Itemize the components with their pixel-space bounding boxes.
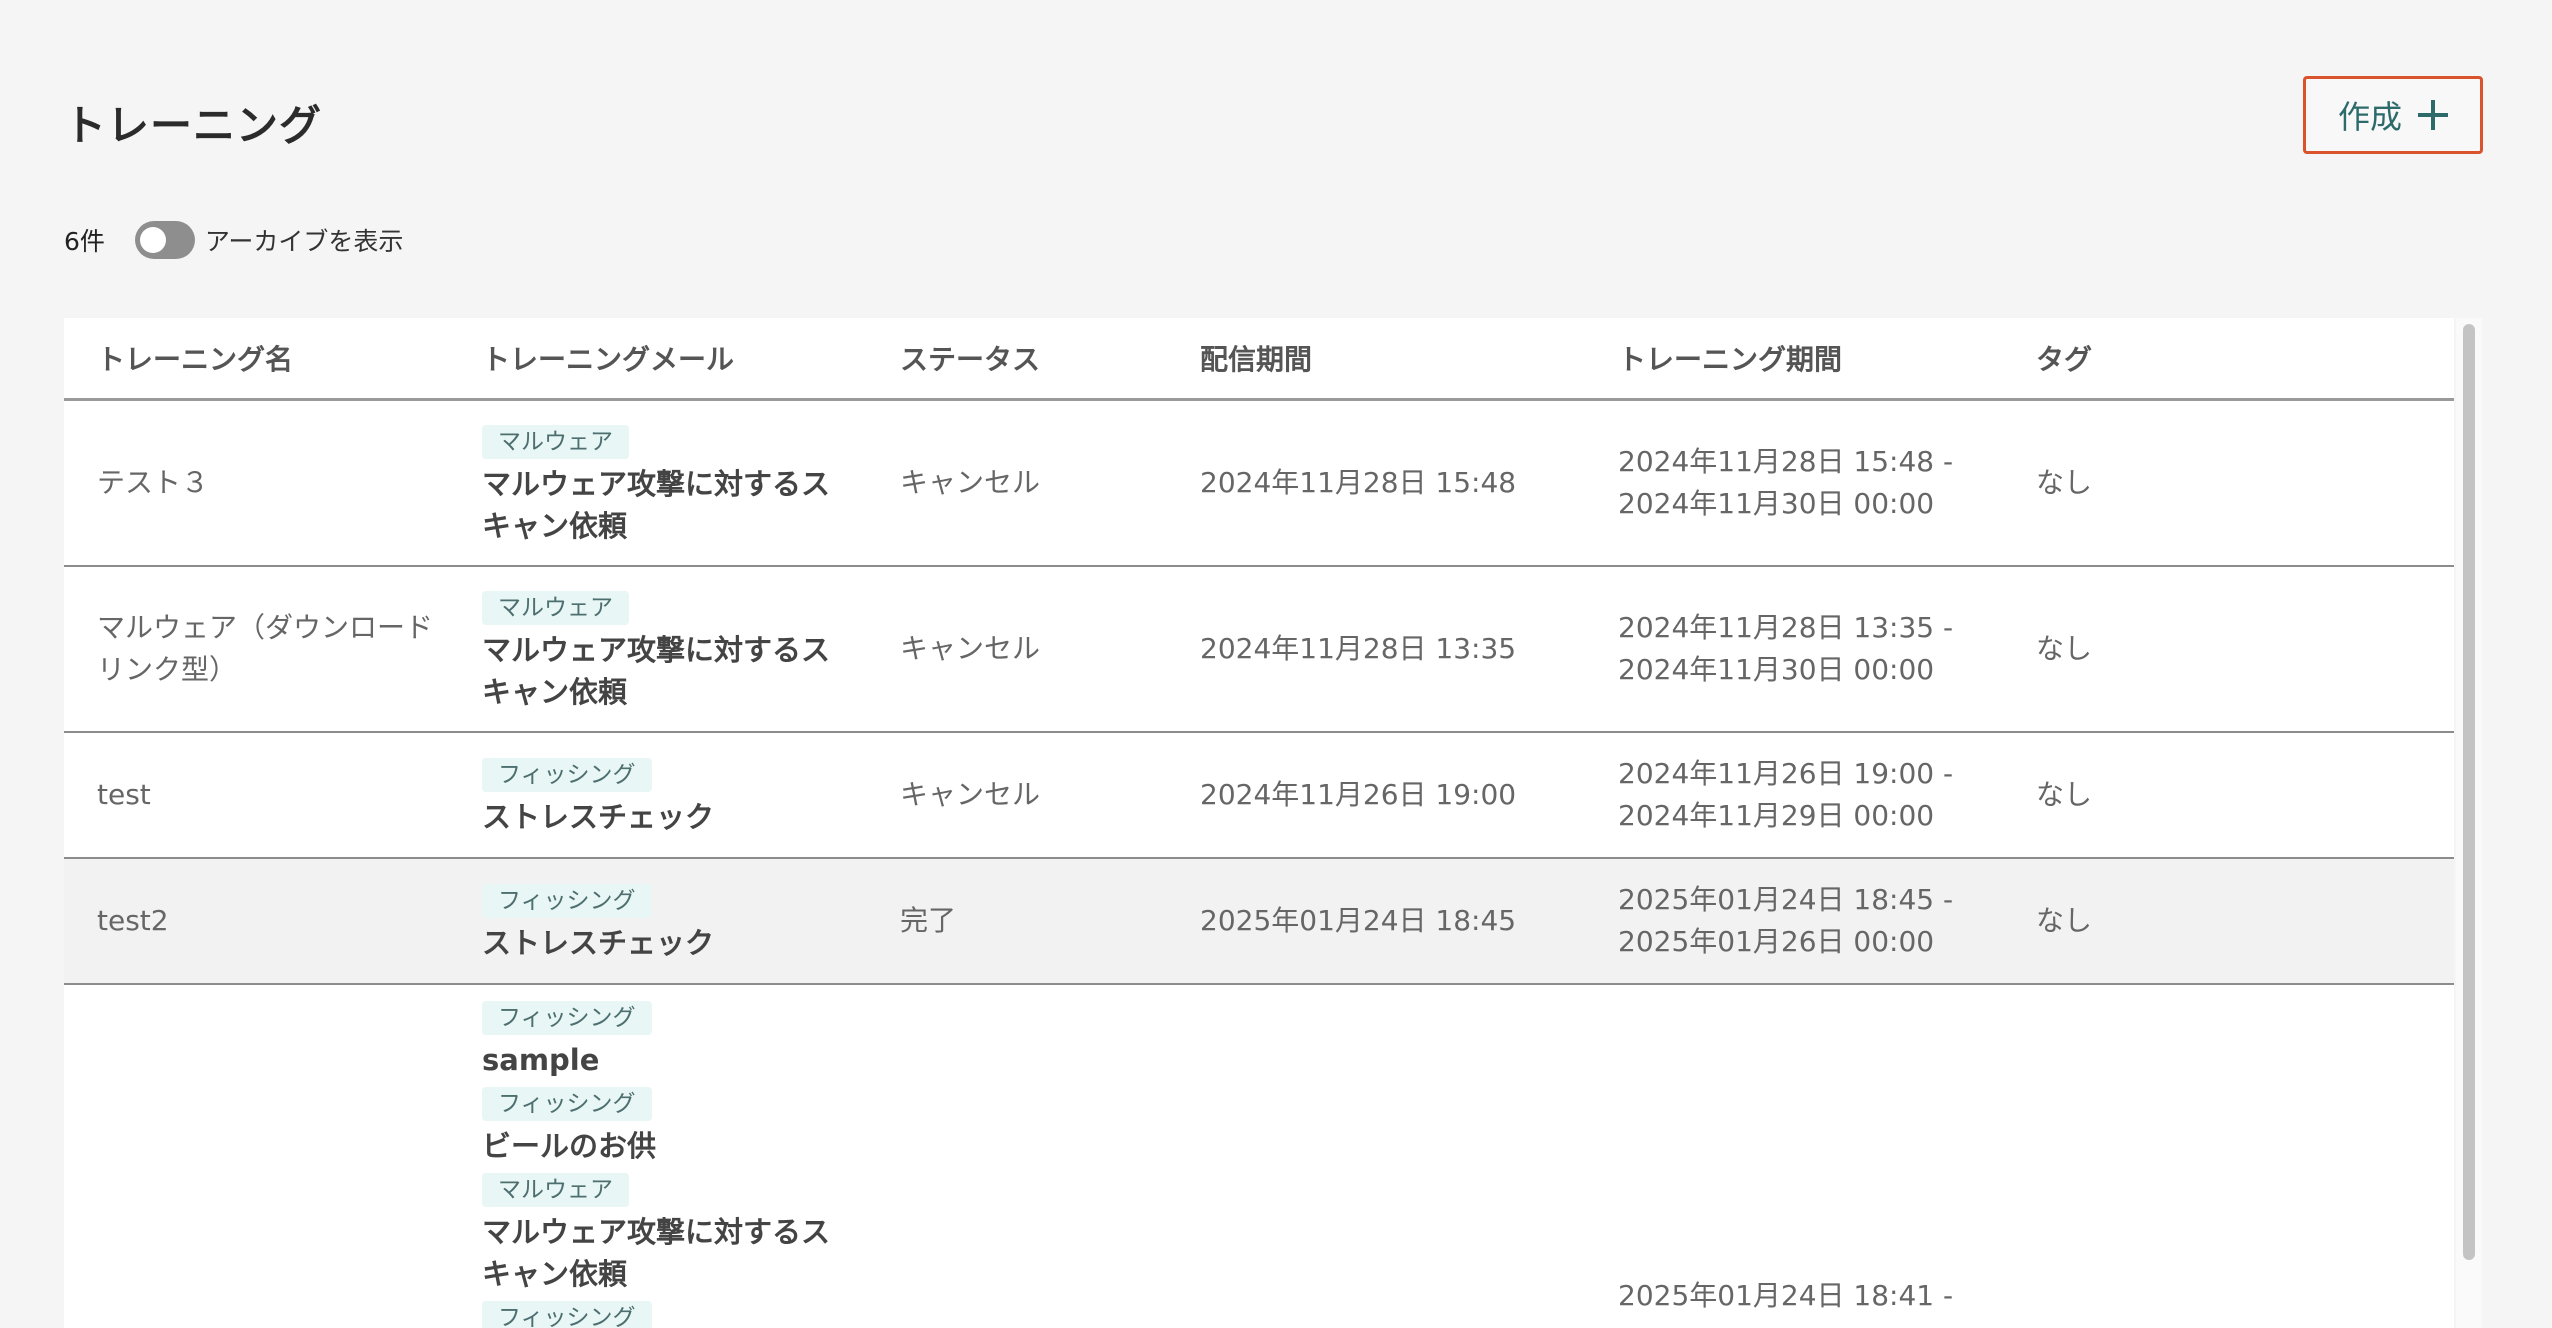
mail-category-badge: フィッシング: [482, 757, 652, 792]
period-end: 2025年01月26日 00:00: [1618, 924, 1935, 958]
period-start: 2024年11月26日 19:00 -: [1618, 756, 1954, 790]
mail-entry: フィッシング sample: [482, 995, 867, 1081]
mail-entry: フィッシング ストレスチェック: [482, 752, 867, 838]
toggle-knob: [139, 227, 166, 253]
cell-period: 2024年11月28日 15:48 - 2024年11月30日 00:00: [1585, 399, 2003, 567]
cell-period: 2024年11月28日 13:35 - 2024年11月30日 00:00: [1585, 565, 2003, 733]
period-start: 2025年01月24日 18:41 -: [1618, 1278, 1954, 1312]
cell-distribution: 2024年11月26日 19:00: [1167, 731, 1585, 859]
mail-category-badge: マルウェア: [482, 1172, 629, 1207]
table-row[interactable]: テスト３ マルウェア マルウェア攻撃に対するスキャン依頼 キャンセル 2024年…: [64, 399, 2454, 567]
mail-title[interactable]: マルウェア攻撃に対するスキャン依頼: [482, 463, 842, 547]
cell-period: 2025年01月24日 18:41 -: [1585, 984, 2003, 1328]
header-training-name[interactable]: トレーニング名: [64, 318, 449, 401]
table-row[interactable]: test2 フィッシング ストレスチェック 完了 2025年01月24日 18:…: [64, 857, 2454, 985]
cell-distribution: 2024年11月28日 13:35: [1167, 565, 1585, 733]
table-row[interactable]: フィッシング sample フィッシング ビールのお供 マルウェア マルウェア攻…: [64, 983, 2454, 1328]
mail-category-badge: マルウェア: [482, 424, 629, 459]
mail-title[interactable]: マルウェア攻撃に対するスキャン依頼: [482, 1211, 842, 1295]
period-end: 2024年11月30日 00:00: [1618, 486, 1935, 520]
header-tag[interactable]: タグ: [2003, 318, 2454, 401]
cell-name: test: [64, 731, 449, 859]
table-row[interactable]: マルウェア（ダウンロードリンク型） マルウェア マルウェア攻撃に対するスキャン依…: [64, 565, 2454, 733]
result-count: 6件: [64, 227, 105, 256]
mail-category-badge: マルウェア: [482, 590, 629, 625]
mail-category-badge: フィッシング: [482, 1000, 652, 1035]
cell-mail: フィッシング ストレスチェック: [449, 731, 867, 859]
table-row[interactable]: test フィッシング ストレスチェック キャンセル 2024年11月26日 1…: [64, 731, 2454, 859]
mail-title[interactable]: sample: [482, 1039, 842, 1081]
period-end: 2024年11月30日 00:00: [1618, 652, 1935, 686]
archive-toggle[interactable]: [134, 221, 195, 259]
cell-mail: マルウェア マルウェア攻撃に対するスキャン依頼: [449, 399, 867, 567]
mail-title[interactable]: ビールのお供: [482, 1125, 842, 1167]
cell-period: 2025年01月24日 18:45 - 2025年01月26日 00:00: [1585, 857, 2003, 985]
mail-entry: フィッシング ビールのお供: [482, 1081, 867, 1167]
archive-toggle-label[interactable]: アーカイブを表示: [205, 222, 404, 258]
mail-entry: フィッシング ストレスチェック: [482, 878, 867, 964]
table-header-row: トレーニング名 トレーニングメール ステータス 配信期間 トレーニング期間 タグ: [64, 318, 2454, 401]
header-training-mail[interactable]: トレーニングメール: [449, 318, 867, 401]
cell-status: [867, 984, 1167, 1328]
mail-entry: マルウェア マルウェア攻撃に対するスキャン依頼: [482, 1167, 867, 1295]
mail-title[interactable]: ストレスチェック: [482, 796, 842, 838]
training-table: トレーニング名 トレーニングメール ステータス 配信期間 トレーニング期間 タグ…: [64, 318, 2454, 1328]
create-button[interactable]: 作成: [2303, 76, 2483, 154]
cell-mail: マルウェア マルウェア攻撃に対するスキャン依頼: [449, 565, 867, 733]
mail-category-badge: フィッシング: [482, 1300, 652, 1328]
filter-bar: 6件 アーカイブを表示: [64, 220, 403, 260]
cell-status: キャンセル: [867, 731, 1167, 859]
cell-tag: なし: [2003, 399, 2454, 567]
mail-title[interactable]: ストレスチェック: [482, 922, 842, 964]
cell-name: [64, 984, 449, 1328]
cell-tag: なし: [2003, 857, 2454, 985]
scrollbar-thumb[interactable]: [2463, 324, 2475, 1260]
mail-entry: マルウェア マルウェア攻撃に対するスキャン依頼: [482, 419, 867, 547]
period-end: 2024年11月29日 00:00: [1618, 798, 1935, 832]
cell-name: テスト３: [64, 399, 449, 567]
cell-tag: なし: [2003, 565, 2454, 733]
cell-distribution: 2024年11月28日 15:48: [1167, 399, 1585, 567]
period-start: 2024年11月28日 13:35 -: [1618, 610, 1954, 644]
header-status[interactable]: ステータス: [867, 318, 1167, 401]
training-page: トレーニング 作成 6件 アーカイブを表示 トレーニング名 トレーニングメール …: [0, 0, 2552, 1328]
cell-period: 2024年11月26日 19:00 - 2024年11月29日 00:00: [1585, 731, 2003, 859]
header-distribution-period[interactable]: 配信期間: [1167, 318, 1585, 401]
mail-entry: マルウェア マルウェア攻撃に対するスキャン依頼: [482, 585, 867, 713]
cell-distribution: 2025年01月24日 18:45: [1167, 857, 1585, 985]
mail-category-badge: フィッシング: [482, 1086, 652, 1121]
create-button-label: 作成: [2337, 98, 2402, 136]
period-start: 2024年11月28日 15:48 -: [1618, 444, 1954, 478]
cell-mail: フィッシング ストレスチェック: [449, 857, 867, 985]
mail-title[interactable]: マルウェア攻撃に対するスキャン依頼: [482, 629, 842, 713]
plus-icon: [2418, 100, 2448, 130]
cell-tag: [2003, 984, 2454, 1328]
cell-mail: フィッシング sample フィッシング ビールのお供 マルウェア マルウェア攻…: [449, 984, 867, 1328]
mail-category-badge: フィッシング: [482, 883, 652, 918]
table-scrollbar[interactable]: [2456, 318, 2482, 1328]
training-table-container: トレーニング名 トレーニングメール ステータス 配信期間 トレーニング期間 タグ…: [64, 318, 2454, 1328]
cell-distribution: [1167, 984, 1585, 1328]
page-title: トレーニング: [64, 101, 323, 150]
cell-status: キャンセル: [867, 399, 1167, 567]
mail-entry: フィッシング: [482, 1295, 867, 1328]
cell-tag: なし: [2003, 731, 2454, 859]
cell-name: test2: [64, 857, 449, 985]
cell-name: マルウェア（ダウンロードリンク型）: [64, 565, 449, 733]
cell-status: 完了: [867, 857, 1167, 985]
cell-status: キャンセル: [867, 565, 1167, 733]
header-training-period[interactable]: トレーニング期間: [1585, 318, 2003, 401]
period-start: 2025年01月24日 18:45 -: [1618, 882, 1954, 916]
